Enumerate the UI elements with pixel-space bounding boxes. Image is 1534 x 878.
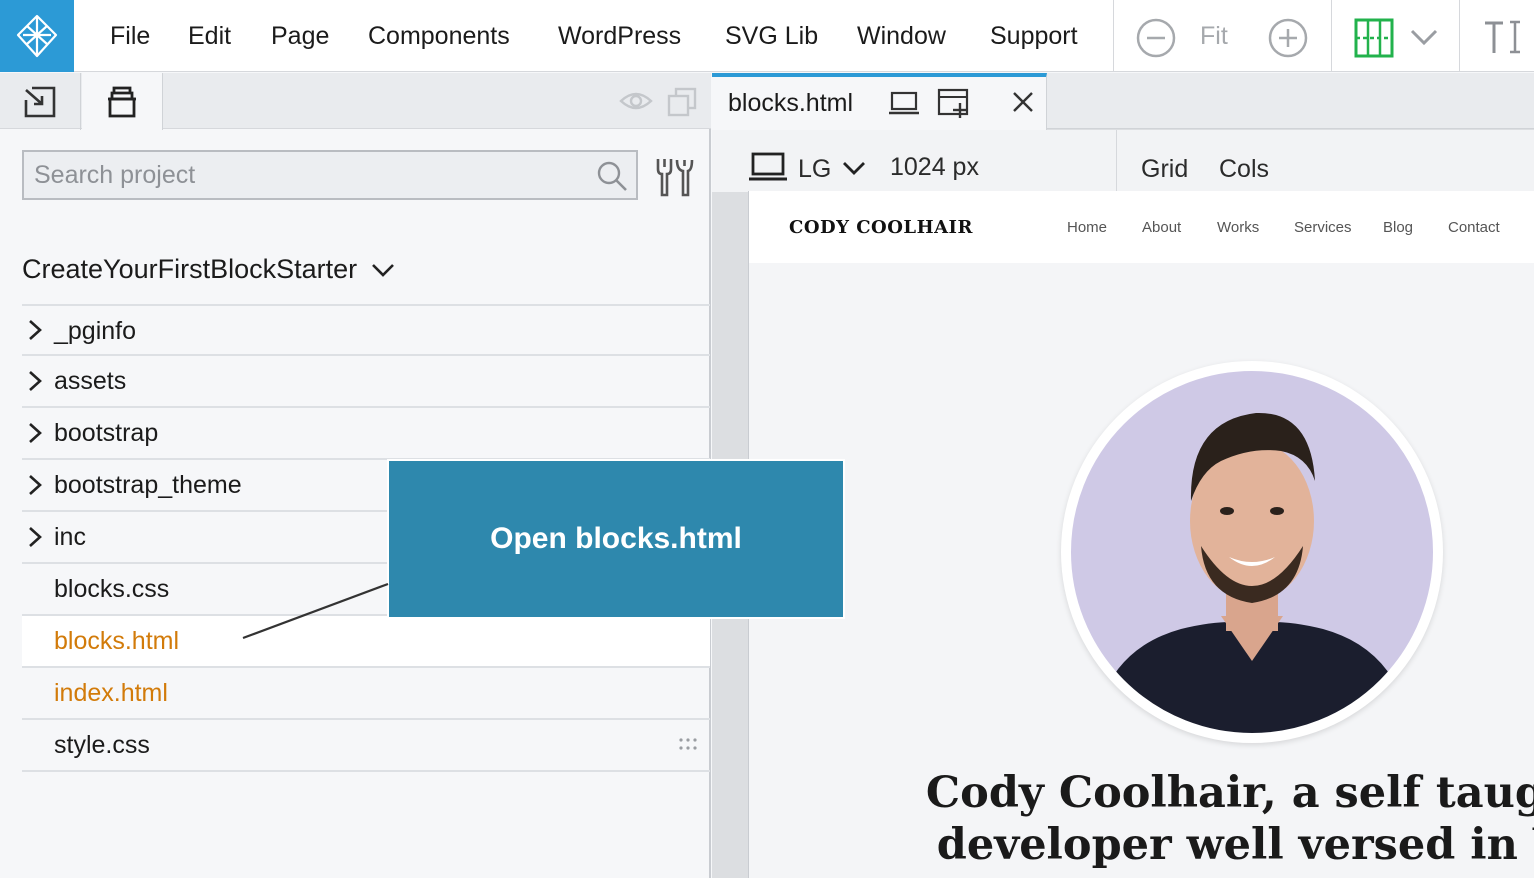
breakpoint-label[interactable]: LG: [798, 155, 831, 184]
tree-file-style-css[interactable]: style.css: [22, 720, 710, 772]
tree-item-label: _pginfo: [54, 317, 137, 345]
search-icon[interactable]: [596, 160, 628, 192]
chevron-right-icon[interactable]: [22, 422, 54, 444]
zoom-fit-button[interactable]: Fit: [1200, 22, 1228, 51]
site-brand[interactable]: CODY COOLHAIR: [789, 217, 973, 238]
duplicate-icon[interactable]: [664, 85, 700, 119]
tree-item-label: index.html: [54, 679, 168, 707]
nav-contact[interactable]: Contact: [1448, 219, 1500, 236]
tree-item-label: bootstrap_theme: [54, 471, 242, 499]
project-title-dropdown[interactable]: CreateYourFirstBlockStarter: [22, 254, 395, 285]
cols-toggle[interactable]: Cols: [1219, 155, 1269, 184]
zoom-out-icon[interactable]: [1135, 17, 1177, 59]
app-logo[interactable]: [0, 0, 74, 72]
tree-item-label: bootstrap: [54, 419, 159, 447]
grid-toggle-icon[interactable]: [1352, 16, 1396, 60]
tab-blocks-html[interactable]: blocks.html: [712, 73, 1047, 130]
chevron-right-icon[interactable]: [22, 319, 54, 341]
tab-project[interactable]: [82, 73, 163, 130]
menu-file[interactable]: File: [110, 22, 150, 51]
toolbar-divider: [1459, 0, 1460, 72]
search-project-field[interactable]: [22, 150, 638, 200]
project-settings-icon[interactable]: [650, 155, 696, 199]
tutorial-callout: Open blocks.html: [387, 459, 845, 619]
chevron-right-icon[interactable]: [22, 474, 54, 496]
tree-item-label: assets: [54, 367, 127, 395]
toolbar-divider: [1331, 0, 1332, 72]
laptop-icon[interactable]: [748, 152, 788, 182]
menu-components[interactable]: Components: [368, 22, 510, 51]
chevron-down-icon[interactable]: [842, 160, 866, 176]
menu-edit[interactable]: Edit: [188, 22, 231, 51]
laptop-icon[interactable]: [888, 90, 920, 116]
portrait-image: [1063, 363, 1441, 741]
toolbar-divider: [1113, 0, 1114, 72]
tab-insert[interactable]: [0, 73, 81, 130]
pinecone-icon: [16, 14, 58, 58]
document-tabbar: blocks.html: [712, 73, 1534, 130]
tab-label: blocks.html: [728, 89, 854, 117]
grid-toggle[interactable]: Grid: [1141, 155, 1188, 184]
callout-text: Open blocks.html: [490, 522, 742, 555]
tree-item-label: style.css: [54, 731, 150, 759]
project-title: CreateYourFirstBlockStarter: [22, 254, 358, 284]
menu-page[interactable]: Page: [271, 22, 329, 51]
tree-folder-assets[interactable]: assets: [22, 356, 710, 408]
new-window-icon[interactable]: [937, 87, 971, 119]
chevron-right-icon[interactable]: [22, 370, 54, 392]
preview-toolbar: LG 1024 px Grid Cols: [712, 130, 1534, 192]
tree-item-label: blocks.html: [54, 627, 180, 655]
tree-file-index-html[interactable]: index.html: [22, 668, 710, 720]
menu-support[interactable]: Support: [990, 22, 1078, 51]
nav-about[interactable]: About: [1142, 219, 1181, 236]
hero-heading: Cody Coolhair, a self taught w developer…: [907, 767, 1534, 871]
text-tool-icon[interactable]: [1480, 16, 1524, 58]
close-icon[interactable]: [1012, 91, 1034, 113]
insert-icon: [24, 86, 56, 117]
eye-icon[interactable]: [618, 87, 654, 115]
chevron-down-icon: [372, 263, 395, 277]
tree-item-label: blocks.css: [54, 575, 170, 603]
hero-line: developer well versed in Visu: [936, 820, 1534, 870]
profile-photo: [1061, 361, 1443, 743]
nav-blog[interactable]: Blog: [1383, 219, 1413, 236]
chevron-right-icon[interactable]: [22, 526, 54, 548]
tree-item-label: inc: [54, 523, 86, 551]
search-input[interactable]: [34, 159, 584, 191]
project-box-icon: [108, 86, 136, 117]
tree-folder-bootstrap[interactable]: bootstrap: [22, 408, 710, 460]
toolbar-divider: [1116, 130, 1117, 192]
menu-window[interactable]: Window: [857, 22, 946, 51]
panel-tabs: [0, 73, 711, 130]
zoom-in-icon[interactable]: [1267, 17, 1309, 59]
drag-handle-icon[interactable]: [678, 737, 698, 751]
site-navbar: CODY COOLHAIR Home About Works Services …: [749, 191, 1534, 263]
nav-home[interactable]: Home: [1067, 219, 1107, 236]
nav-works[interactable]: Works: [1217, 219, 1259, 236]
callout-pointer-line: [242, 582, 389, 640]
nav-services[interactable]: Services: [1294, 219, 1352, 236]
chevron-down-icon[interactable]: [1407, 22, 1441, 52]
menu-wordpress[interactable]: WordPress: [558, 22, 681, 51]
hero-line: Cody Coolhair, a self taught w: [925, 768, 1534, 818]
page-preview[interactable]: CODY COOLHAIR Home About Works Services …: [748, 191, 1534, 878]
tree-folder-pginfo[interactable]: _pginfo: [22, 304, 710, 356]
menu-svg-lib[interactable]: SVG Lib: [725, 22, 818, 51]
menubar: File Edit Page Components WordPress SVG …: [0, 0, 1534, 72]
viewport-width: 1024 px: [890, 153, 979, 181]
